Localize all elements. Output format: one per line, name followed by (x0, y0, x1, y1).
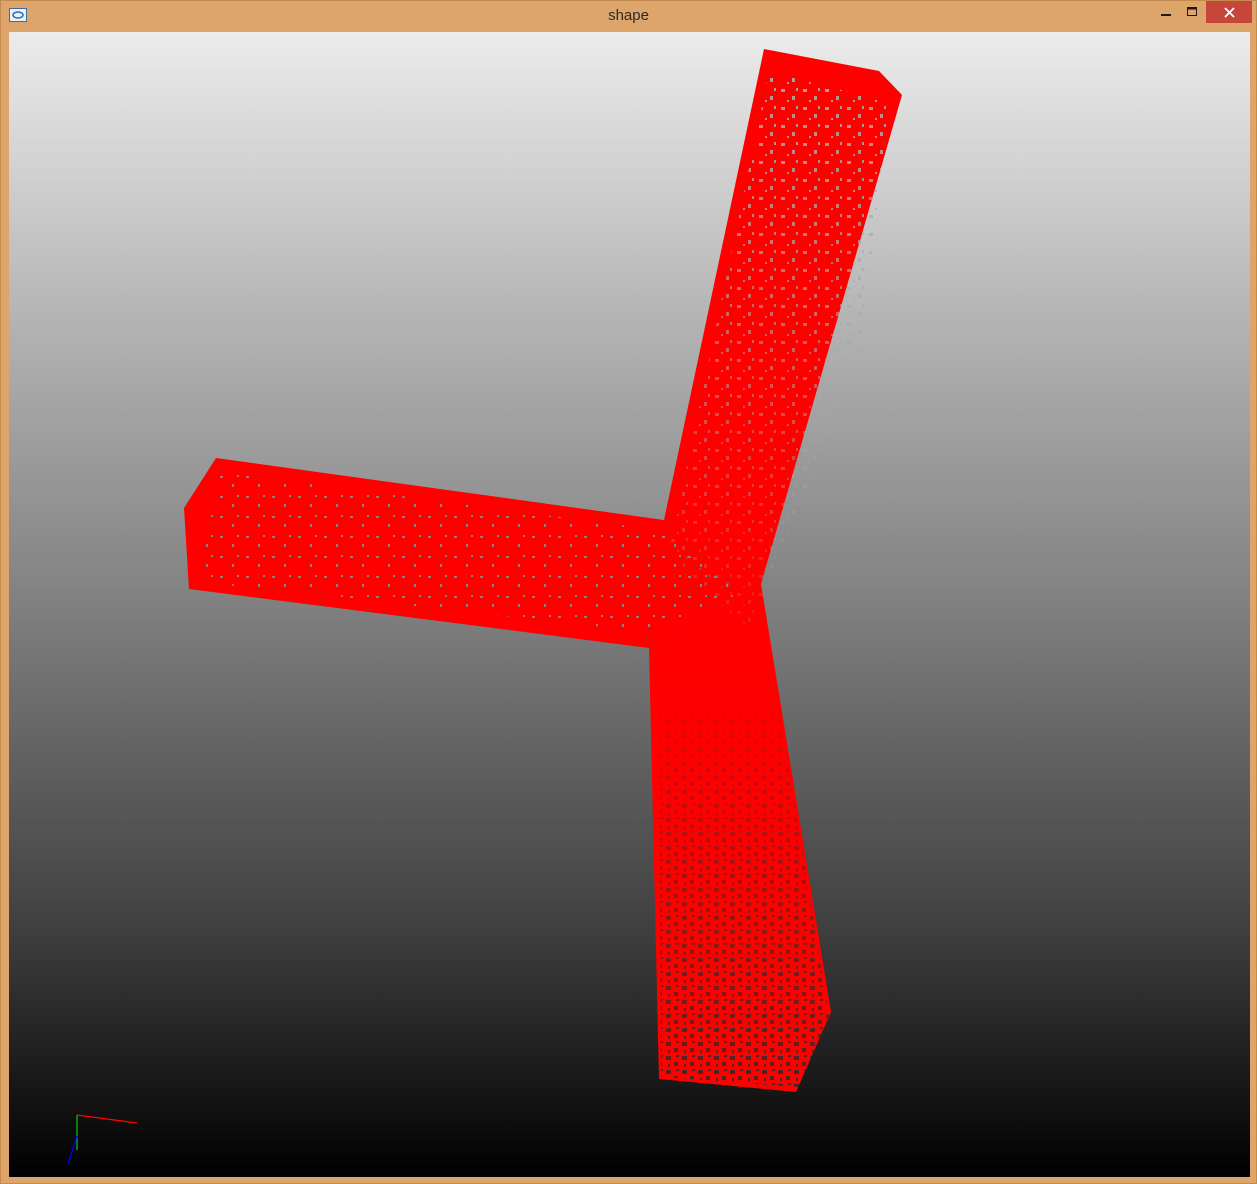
axes-indicator (67, 1114, 138, 1165)
3d-viewport[interactable] (9, 32, 1250, 1177)
scene-render (67, 49, 902, 1165)
maximize-button[interactable] (1179, 1, 1205, 23)
y-shape-model (184, 49, 902, 1092)
title-bar[interactable]: shape (1, 1, 1256, 31)
maximize-icon (1187, 7, 1197, 16)
x-axis-line (76, 1114, 138, 1124)
window-title: shape (608, 7, 649, 24)
close-icon (1223, 6, 1235, 18)
app-window: shape (0, 0, 1257, 1184)
z-axis-line (67, 1135, 78, 1165)
close-button[interactable] (1206, 1, 1252, 23)
minimize-button[interactable] (1153, 1, 1179, 23)
minimize-icon (1161, 14, 1171, 16)
